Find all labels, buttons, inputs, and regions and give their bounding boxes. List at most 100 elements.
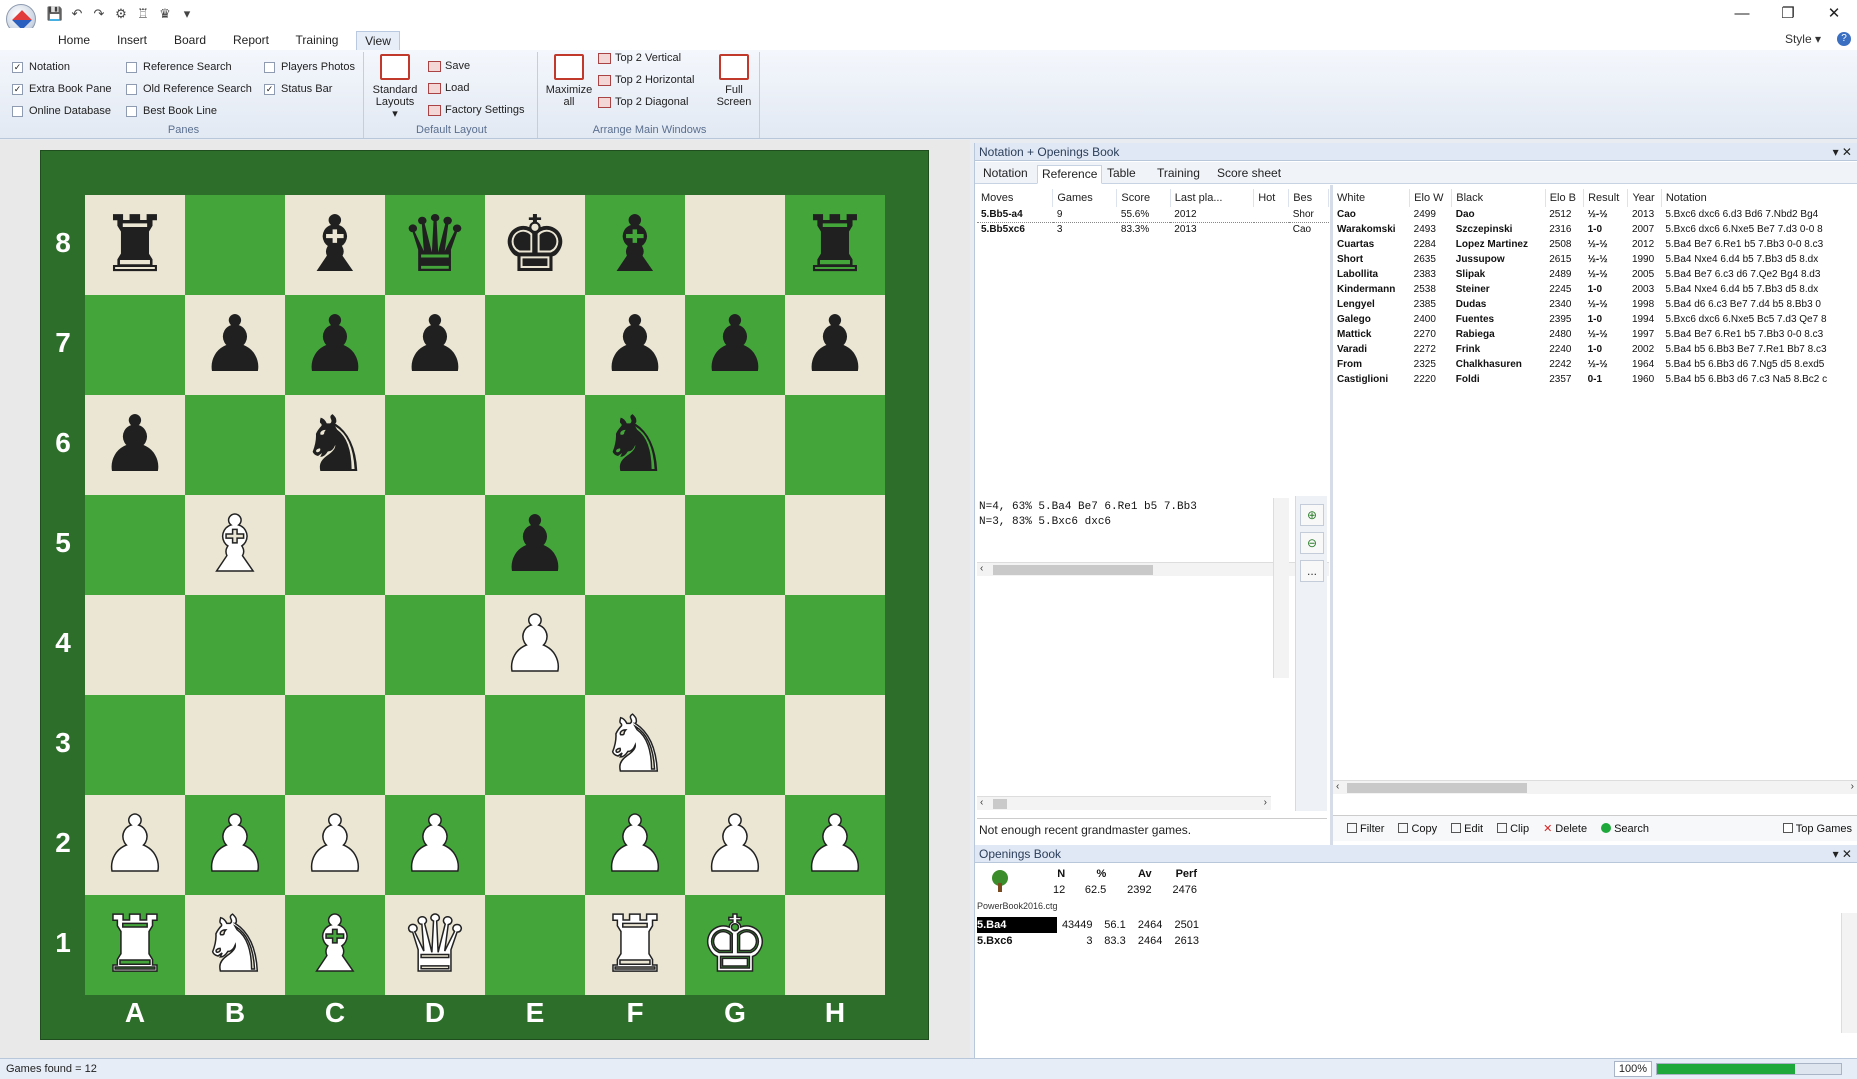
reference-search-checkbox[interactable]: Reference Search	[126, 61, 232, 73]
column-header[interactable]: Black	[1451, 189, 1546, 207]
square-f8[interactable]: ♝	[585, 195, 685, 295]
extra-book-pane-checkbox[interactable]: ✓ Extra Book Pane	[12, 83, 112, 95]
square-a7[interactable]	[85, 295, 185, 395]
square-g6[interactable]	[685, 395, 785, 495]
column-header[interactable]: Score	[1116, 189, 1171, 207]
edit-button[interactable]: Edit	[1451, 822, 1483, 835]
table-row[interactable]: 5.Bb5xc6 3 83.3% 2013 Cao	[977, 222, 1329, 237]
search-button[interactable]: Search	[1601, 822, 1649, 835]
subtab-table[interactable]: Table	[1103, 165, 1140, 184]
tab-report[interactable]: Report	[226, 31, 276, 50]
white-pawn-icon[interactable]: ♟	[599, 805, 670, 885]
column-header[interactable]: White	[1333, 189, 1411, 207]
top2-diagonal-button[interactable]: Top 2 Diagonal	[598, 96, 688, 108]
white-king-icon[interactable]: ♚	[699, 905, 770, 985]
square-h3[interactable]	[785, 695, 885, 795]
black-queen-icon[interactable]: ♛	[400, 206, 470, 284]
tab-insert[interactable]: Insert	[108, 31, 156, 50]
zoom-out-icon[interactable]: ⊖	[1300, 532, 1324, 554]
style-menu[interactable]: Style ▾	[1785, 32, 1821, 46]
square-b8[interactable]	[185, 195, 285, 295]
table-row[interactable]: Mattick 2270 Rabiega 2480 ½-½ 1997 5.Ba4 Be7 6…	[1333, 327, 1857, 342]
zoom-in-icon[interactable]: ⊕	[1300, 504, 1324, 526]
subtab-score-sheet[interactable]: Score sheet	[1213, 165, 1285, 184]
square-c5[interactable]	[285, 495, 385, 595]
square-e4[interactable]: ♟	[485, 595, 585, 695]
engine-icon[interactable]: ⚙	[112, 5, 130, 23]
factory-settings-button[interactable]: Factory Settings	[428, 104, 524, 116]
square-a2[interactable]: ♟	[85, 795, 185, 895]
square-h5[interactable]	[785, 495, 885, 595]
book-move-row[interactable]: 5.Ba4 43449 56.1 2464 2501	[977, 917, 1207, 933]
white-bishop-icon[interactable]: ♝	[199, 505, 270, 585]
black-knight-icon[interactable]: ♞	[300, 406, 370, 484]
undo-icon[interactable]: ↶	[68, 5, 86, 23]
square-h7[interactable]: ♟	[785, 295, 885, 395]
square-g4[interactable]	[685, 595, 785, 695]
square-b4[interactable]	[185, 595, 285, 695]
online-database-checkbox[interactable]: Online Database	[12, 105, 111, 117]
redo-icon[interactable]: ↷	[90, 5, 108, 23]
square-c7[interactable]: ♟	[285, 295, 385, 395]
column-header[interactable]: Result	[1583, 189, 1629, 207]
column-header[interactable]: Elo W	[1409, 189, 1453, 207]
info-vscrollbar[interactable]	[1273, 498, 1289, 678]
full-screen-button[interactable]: Full Screen	[712, 54, 756, 108]
square-h2[interactable]: ♟	[785, 795, 885, 895]
filter-button[interactable]: Filter	[1347, 822, 1384, 835]
table-row[interactable]: Warakomski 2493 Szczepinski 2316 1-0 2007 5.Bx…	[1333, 222, 1857, 237]
white-pawn-icon[interactable]: ♟	[699, 805, 770, 885]
square-f3[interactable]: ♞	[585, 695, 685, 795]
square-h4[interactable]	[785, 595, 885, 695]
square-b3[interactable]	[185, 695, 285, 795]
square-d4[interactable]	[385, 595, 485, 695]
column-header[interactable]: Bes	[1288, 189, 1329, 207]
save-layout-button[interactable]: Save	[428, 60, 470, 72]
black-pawn-icon[interactable]: ♟	[200, 306, 270, 384]
table-row[interactable]: From 2325 Chalkhasuren 2242 ½-½ 1964 5.Ba4 b5 …	[1333, 357, 1857, 372]
square-d7[interactable]: ♟	[385, 295, 485, 395]
square-h6[interactable]	[785, 395, 885, 495]
square-f6[interactable]: ♞	[585, 395, 685, 495]
square-g2[interactable]: ♟	[685, 795, 785, 895]
white-pawn-icon[interactable]: ♟	[499, 605, 570, 685]
square-d8[interactable]: ♛	[385, 195, 485, 295]
square-d6[interactable]	[385, 395, 485, 495]
square-e7[interactable]	[485, 295, 585, 395]
table-row[interactable]: Cuartas 2284 Lopez Martinez 2508 ½-½ 2012 5.Ba…	[1333, 237, 1857, 252]
square-e1[interactable]	[485, 895, 585, 995]
square-e5[interactable]: ♟	[485, 495, 585, 595]
white-knight-icon[interactable]: ♞	[599, 705, 670, 785]
square-g7[interactable]: ♟	[685, 295, 785, 395]
black-bishop-icon[interactable]: ♝	[300, 206, 370, 284]
table-row[interactable]: Cao 2499 Dao 2512 ½-½ 2013 5.Bxc6 dxc6 6.d3 Bd…	[1333, 207, 1857, 222]
table-row[interactable]: Castiglioni 2220 Foldi 2357 0-1 1960 5.Ba4 b5 …	[1333, 372, 1857, 387]
square-a6[interactable]: ♟	[85, 395, 185, 495]
white-queen-icon[interactable]: ♛	[399, 905, 470, 985]
square-d5[interactable]	[385, 495, 485, 595]
black-king-icon[interactable]: ♚	[500, 206, 570, 284]
status-bar-checkbox[interactable]: ✓ Status Bar	[264, 83, 332, 95]
zoom-level[interactable]: 100%	[1614, 1061, 1652, 1077]
tab-home[interactable]: Home	[50, 31, 98, 50]
square-h1[interactable]	[785, 895, 885, 995]
copy-button[interactable]: Copy	[1398, 822, 1437, 835]
scroll-left-icon[interactable]: ‹	[1336, 781, 1339, 792]
black-rook-icon[interactable]: ♜	[800, 206, 870, 284]
square-e2[interactable]	[485, 795, 585, 895]
square-f2[interactable]: ♟	[585, 795, 685, 895]
column-header[interactable]: Moves	[977, 189, 1054, 207]
trophy-icon[interactable]: ♛	[156, 5, 174, 23]
white-pawn-icon[interactable]: ♟	[199, 805, 270, 885]
square-f1[interactable]: ♜	[585, 895, 685, 995]
black-pawn-icon[interactable]: ♟	[700, 306, 770, 384]
column-header[interactable]: Year	[1627, 189, 1662, 207]
square-g5[interactable]	[685, 495, 785, 595]
black-pawn-icon[interactable]: ♟	[400, 306, 470, 384]
black-rook-icon[interactable]: ♜	[100, 206, 170, 284]
square-h8[interactable]: ♜	[785, 195, 885, 295]
table-row[interactable]: Lengyel 2385 Dudas 2340 ½-½ 1998 5.Ba4 d6 6.c3…	[1333, 297, 1857, 312]
square-d2[interactable]: ♟	[385, 795, 485, 895]
clip-button[interactable]: Clip	[1497, 822, 1529, 835]
restore-icon[interactable]: ❐	[1765, 0, 1811, 28]
